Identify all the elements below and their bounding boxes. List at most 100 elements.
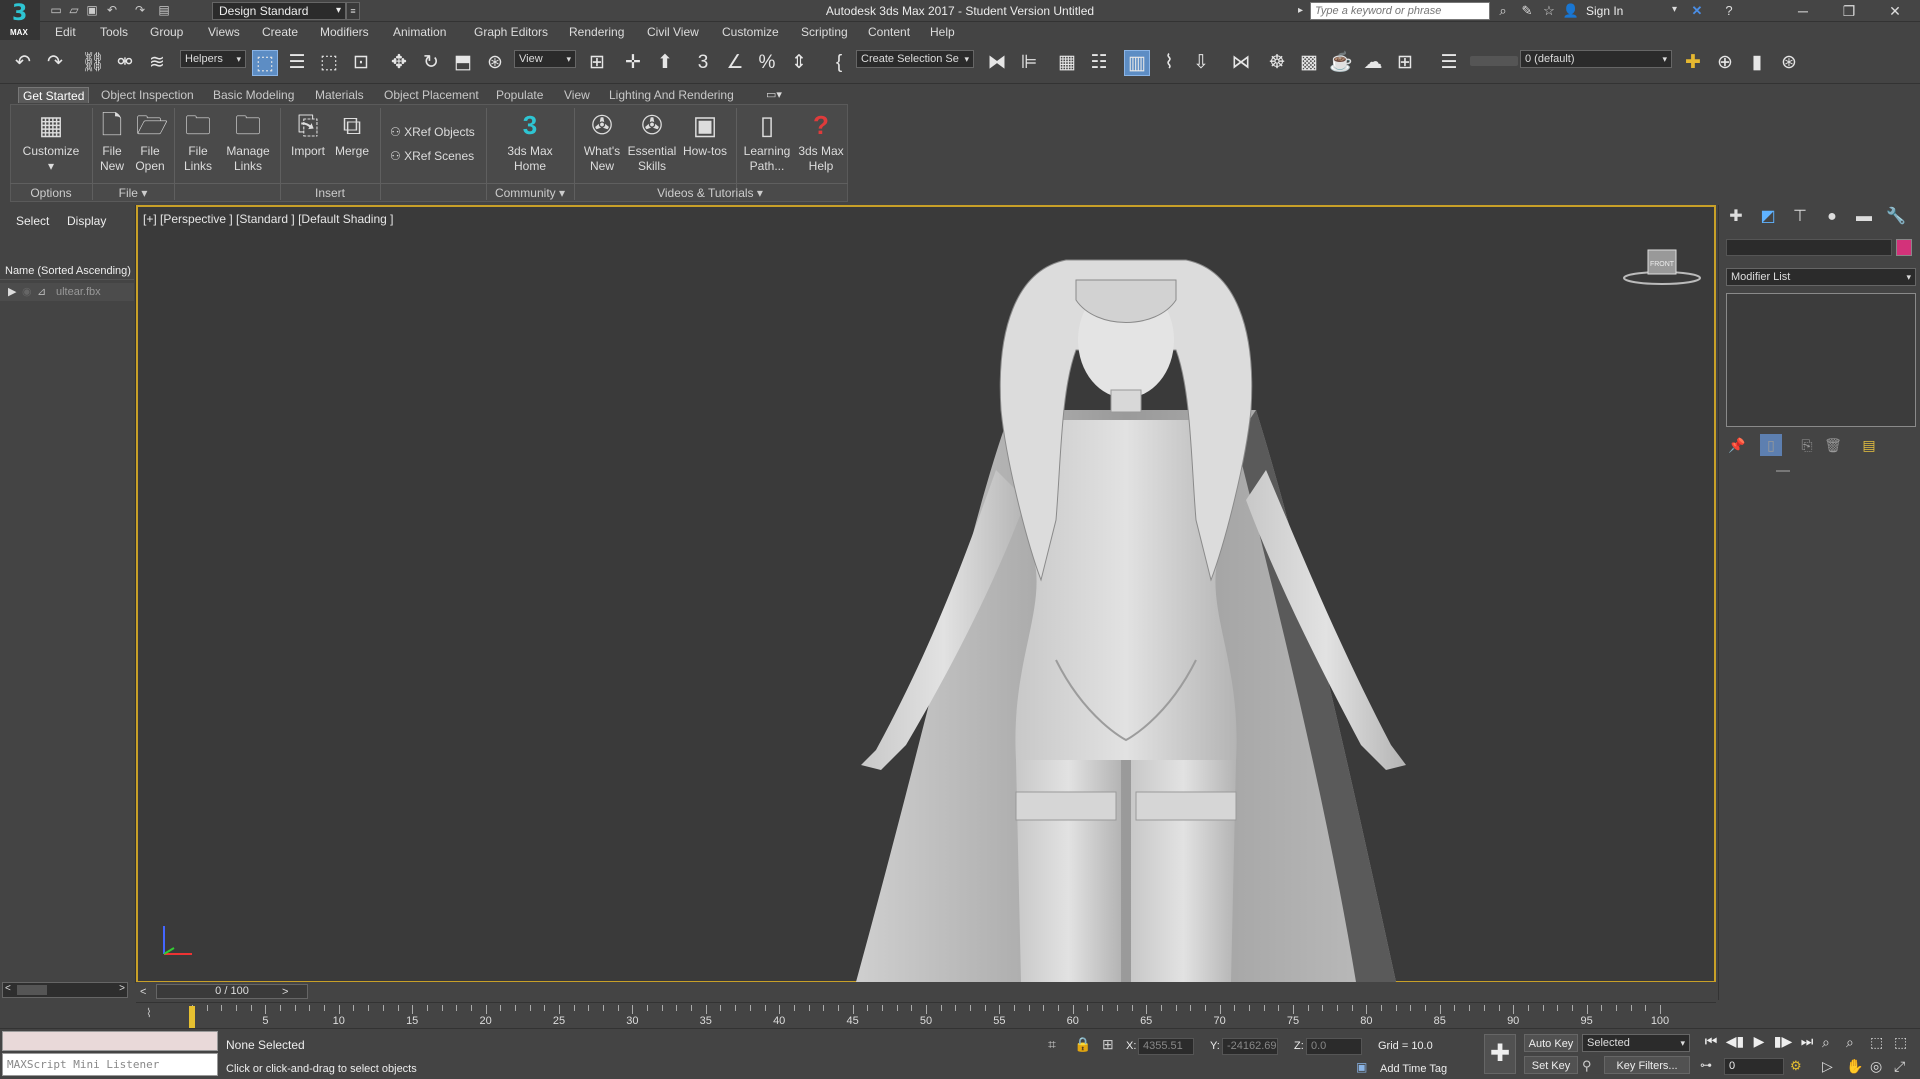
- move-icon[interactable]: ✥: [386, 50, 412, 76]
- add-to-layer-icon[interactable]: ⊕: [1712, 50, 1738, 76]
- current-frame-field[interactable]: 0: [1724, 1058, 1784, 1075]
- field-of-view-icon[interactable]: ▷: [1822, 1058, 1833, 1075]
- column-header-name[interactable]: Name (Sorted Ascending): [0, 262, 134, 280]
- scroll-left-icon[interactable]: <: [5, 983, 11, 994]
- maxscript-listener-input[interactable]: MAXScript Mini Listener: [2, 1053, 218, 1076]
- playhead[interactable]: [189, 1006, 195, 1028]
- group-videos-tutorials[interactable]: Videos & Tutorials ▾: [574, 184, 846, 202]
- tab-lighting-and-rendering[interactable]: Lighting And Rendering: [605, 87, 738, 103]
- character-model[interactable]: [836, 240, 1436, 982]
- sign-in-link[interactable]: Sign In: [1586, 4, 1623, 18]
- edit-named-selection-icon[interactable]: {: [826, 50, 852, 76]
- viewport-label[interactable]: [+] [Perspective ] [Standard ] [Default …: [143, 212, 393, 226]
- object-name-field[interactable]: [1726, 239, 1892, 256]
- modifier-list-dropdown[interactable]: Modifier List: [1726, 268, 1916, 286]
- help-icon[interactable]: ?: [1720, 3, 1738, 19]
- utilities-panel-icon[interactable]: 🔧: [1884, 206, 1908, 228]
- selection-filter-dropdown[interactable]: Helpers: [180, 50, 246, 68]
- customize-button[interactable]: ▦ Customize ▾: [18, 110, 84, 174]
- app-logo[interactable]: 3 MAX: [0, 0, 40, 40]
- binoculars-icon[interactable]: ⌕: [1494, 3, 1512, 19]
- material-editor-icon[interactable]: ⋈: [1228, 50, 1254, 76]
- menu-tools[interactable]: Tools: [100, 25, 128, 39]
- configure-modifier-sets-icon[interactable]: ▤: [1858, 434, 1880, 456]
- render-setup-icon[interactable]: ☸: [1264, 50, 1290, 76]
- menu-scripting[interactable]: Scripting: [801, 25, 848, 39]
- maxscript-listener-top[interactable]: [2, 1031, 218, 1051]
- import-button[interactable]: ⎘ Import: [286, 110, 330, 159]
- modify-panel-icon[interactable]: ◩: [1756, 206, 1780, 228]
- create-panel-icon[interactable]: ✚: [1724, 206, 1748, 228]
- select-manipulate-icon[interactable]: ✛: [620, 50, 646, 76]
- menu-create[interactable]: Create: [262, 25, 298, 39]
- pan-view-icon[interactable]: ✋: [1846, 1058, 1863, 1075]
- manage-layers-icon[interactable]: ☰: [1436, 50, 1462, 76]
- play-icon[interactable]: ▶: [1748, 1033, 1770, 1050]
- key-mode-dropdown[interactable]: Selected: [1582, 1034, 1690, 1052]
- maximize-viewport-icon[interactable]: ⤢: [1894, 1058, 1905, 1075]
- rectangular-selection-icon[interactable]: ⬚: [316, 50, 342, 76]
- expand-arrow-icon[interactable]: ▶: [8, 283, 16, 301]
- next-frame-icon[interactable]: ▮▶: [1772, 1033, 1794, 1050]
- scroll-thumb[interactable]: [17, 985, 47, 995]
- group-community[interactable]: Community ▾: [486, 184, 574, 202]
- display-panel-icon[interactable]: ▬: [1852, 206, 1876, 228]
- hierarchy-panel-icon[interactable]: ⊤: [1788, 206, 1812, 228]
- learning-path-button[interactable]: ▯ Learning Path...: [740, 110, 794, 174]
- rotate-icon[interactable]: ↻: [418, 50, 444, 76]
- create-new-layer-icon[interactable]: ✚: [1680, 50, 1706, 76]
- undo-icon[interactable]: ↶: [10, 50, 36, 76]
- sign-in-chevron-icon[interactable]: ▾: [1672, 4, 1677, 15]
- z-coordinate-field[interactable]: 0.0: [1306, 1038, 1362, 1055]
- scale-icon[interactable]: ⬒: [450, 50, 476, 76]
- list-item[interactable]: ▶ ◉ ⊿ ultear.fbx: [0, 283, 134, 301]
- reference-coordinate-dropdown[interactable]: View: [514, 50, 576, 68]
- zoom-all-icon[interactable]: ⌕: [1846, 1034, 1854, 1051]
- toggle-layer-explorer-icon[interactable]: ☷: [1086, 50, 1112, 76]
- auto-key-button[interactable]: Auto Key: [1524, 1034, 1578, 1052]
- tab-object-inspection[interactable]: Object Inspection: [97, 87, 198, 103]
- schematic-view-icon[interactable]: ⇩: [1188, 50, 1214, 76]
- file-open-button[interactable]: 🗁 File Open: [132, 110, 168, 174]
- set-current-layer-icon[interactable]: ⊛: [1776, 50, 1802, 76]
- layer-visibility-icons[interactable]: [1470, 56, 1518, 66]
- go-to-end-icon[interactable]: ⏭: [1796, 1033, 1818, 1050]
- max-home-button[interactable]: 3 3ds Max Home: [498, 110, 562, 174]
- menu-customize[interactable]: Customize: [722, 25, 779, 39]
- key-mode-toggle-icon[interactable]: ⊶: [1700, 1058, 1712, 1072]
- ribbon-options-icon[interactable]: ▭▾: [766, 88, 782, 101]
- tab-display[interactable]: Display: [67, 214, 106, 228]
- tab-populate[interactable]: Populate: [492, 87, 547, 103]
- file-new-button[interactable]: 🗋 File New: [94, 110, 130, 174]
- current-layer-dropdown[interactable]: 0 (default): [1520, 50, 1672, 68]
- menu-edit[interactable]: Edit: [55, 25, 76, 39]
- spinner-snap-icon[interactable]: ⇕: [786, 50, 812, 76]
- make-unique-icon[interactable]: ⎘: [1796, 434, 1818, 456]
- curve-editor-mini-icon[interactable]: ⌇: [146, 1006, 152, 1020]
- isolate-selection-icon[interactable]: ⌗: [1048, 1036, 1056, 1053]
- communication-center-icon[interactable]: ✎: [1518, 3, 1536, 19]
- render-presets-icon[interactable]: ⊞: [1392, 50, 1418, 76]
- menu-rendering[interactable]: Rendering: [569, 25, 624, 39]
- viewcube[interactable]: FRONT: [1622, 244, 1702, 286]
- x-coordinate-field[interactable]: 4355.51: [1138, 1038, 1194, 1055]
- group-file[interactable]: File ▾: [92, 184, 174, 202]
- key-filter-icon[interactable]: ⚲: [1582, 1058, 1592, 1074]
- howtos-button[interactable]: ▣ How-tos: [680, 110, 730, 159]
- render-in-cloud-icon[interactable]: ☁: [1360, 50, 1386, 76]
- keyboard-shortcut-override-icon[interactable]: ⬆: [652, 50, 678, 76]
- favorites-star-icon[interactable]: ☆: [1540, 3, 1558, 19]
- select-by-name-icon[interactable]: ☰: [284, 50, 310, 76]
- visibility-eye-icon[interactable]: ◉: [22, 283, 32, 301]
- rendered-frame-window-icon[interactable]: ▩: [1296, 50, 1322, 76]
- link-icon[interactable]: ⛓: [80, 50, 106, 76]
- essential-skills-button[interactable]: ✇ Essential Skills: [626, 110, 678, 174]
- manage-links-button[interactable]: 🗀 Manage Links: [222, 110, 274, 174]
- previous-frame-icon[interactable]: ◀▮: [1724, 1033, 1746, 1050]
- render-production-icon[interactable]: ☕: [1328, 50, 1354, 76]
- object-color-swatch[interactable]: [1896, 239, 1912, 256]
- menu-help[interactable]: Help: [930, 25, 955, 39]
- file-links-button[interactable]: 🗀 File Links: [178, 110, 218, 174]
- search-input[interactable]: Type a keyword or phrase: [1310, 2, 1490, 20]
- max-help-button[interactable]: ? 3ds Max Help: [796, 110, 846, 174]
